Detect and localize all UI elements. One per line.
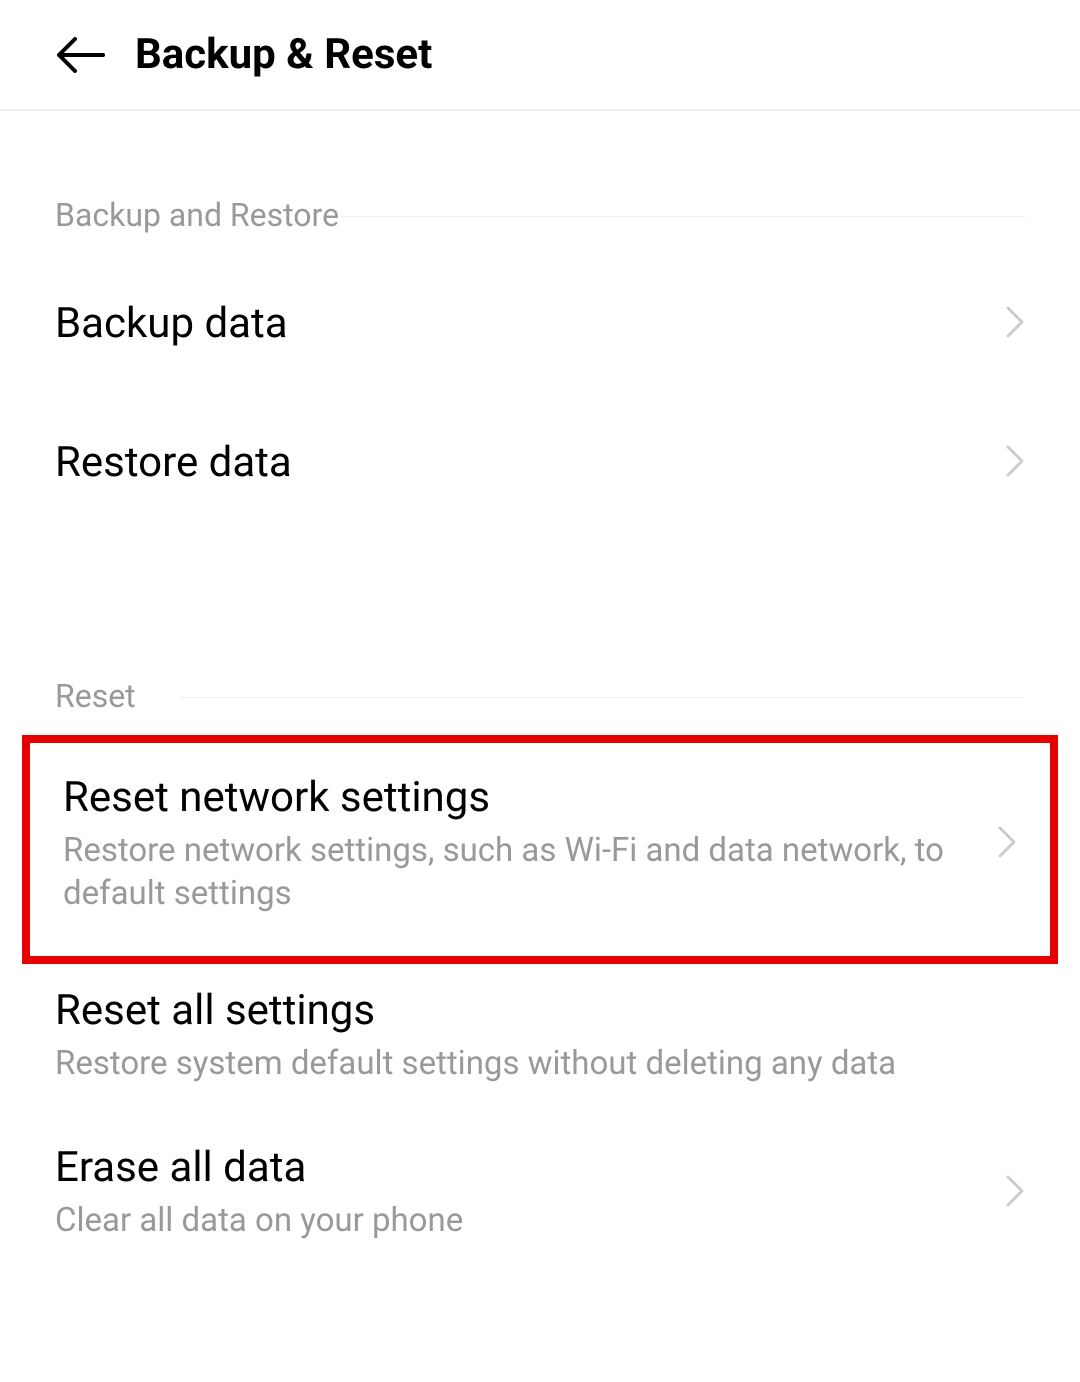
backup-data-title: Backup data [55,299,995,348]
section-header-backup: Backup and Restore [0,111,1080,254]
arrow-left-icon[interactable] [55,35,105,75]
backup-data-item[interactable]: Backup data [0,254,1080,393]
chevron-right-icon [1005,305,1025,343]
page-title: Backup & Reset [135,30,432,79]
reset-network-subtitle: Restore network settings, such as Wi-Fi … [63,830,987,916]
reset-all-subtitle: Restore system default settings without … [55,1043,1025,1086]
restore-data-title: Restore data [55,438,995,487]
header: Backup & Reset [0,0,1080,111]
erase-all-title: Erase all data [55,1143,995,1192]
section-header-reset: Reset [0,592,1080,735]
restore-data-item[interactable]: Restore data [0,393,1080,532]
reset-network-settings-item[interactable]: Reset network settings Restore network s… [22,735,1058,964]
chevron-right-icon [997,825,1017,863]
chevron-right-icon [1005,444,1025,482]
erase-all-subtitle: Clear all data on your phone [55,1200,995,1243]
content: Backup and Restore Backup data Restore d… [0,111,1080,1278]
reset-all-settings-item[interactable]: Reset all settings Restore system defaul… [0,964,1080,1108]
reset-network-title: Reset network settings [63,773,987,822]
chevron-right-icon [1005,1174,1025,1212]
erase-all-data-item[interactable]: Erase all data Clear all data on your ph… [0,1108,1080,1278]
reset-all-title: Reset all settings [55,986,1025,1035]
